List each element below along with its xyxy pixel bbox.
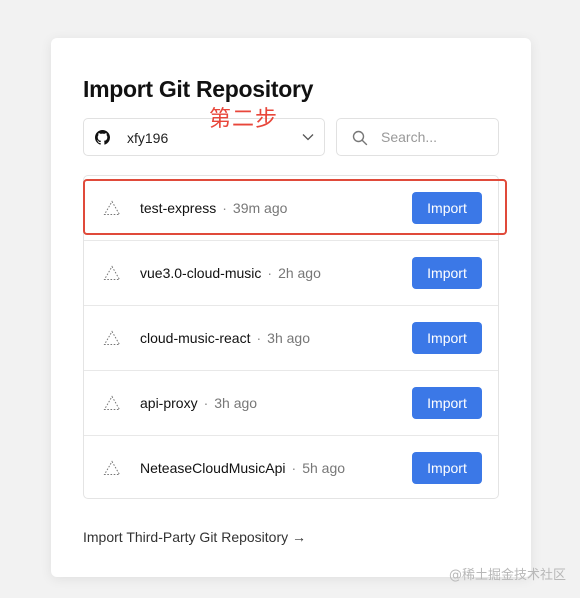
repository-row: cloud-music-react · 3h ago Import bbox=[84, 306, 498, 371]
import-button[interactable]: Import bbox=[412, 452, 482, 484]
repository-time: 5h ago bbox=[302, 460, 346, 476]
vercel-triangle-icon bbox=[103, 265, 121, 280]
account-select[interactable]: xfy196 bbox=[83, 118, 325, 156]
import-third-party-link[interactable]: Import Third-Party Git Repository → bbox=[83, 529, 306, 545]
repository-name: NeteaseCloudMusicApi bbox=[140, 460, 286, 476]
search-icon bbox=[352, 130, 368, 146]
import-button[interactable]: Import bbox=[412, 257, 482, 289]
import-card: Import Git Repository xfy196 test-expres… bbox=[51, 38, 531, 577]
repository-row: vue3.0-cloud-music · 2h ago Import bbox=[84, 241, 498, 306]
step-annotation: 第二步 bbox=[209, 107, 279, 132]
repository-name: test-express bbox=[140, 200, 217, 216]
vercel-triangle-icon bbox=[103, 200, 121, 215]
separator: · bbox=[203, 395, 209, 411]
repository-row: test-express · 39m ago Import bbox=[84, 176, 498, 241]
separator: · bbox=[222, 200, 227, 216]
repository-time: 3h ago bbox=[214, 395, 258, 411]
repository-time: 2h ago bbox=[278, 265, 321, 281]
repository-row: api-proxy · 3h ago Import bbox=[84, 371, 498, 436]
watermark: @稀土掘金技术社区 bbox=[448, 568, 566, 583]
separator: · bbox=[256, 330, 262, 346]
repository-row: NeteaseCloudMusicApi · 5h ago Import bbox=[84, 436, 498, 501]
search-input[interactable] bbox=[381, 127, 491, 147]
repository-time: 3h ago bbox=[267, 330, 310, 346]
separator: · bbox=[291, 460, 297, 476]
search-box[interactable] bbox=[336, 118, 499, 156]
chevron-down-icon bbox=[302, 134, 314, 141]
import-button[interactable]: Import bbox=[412, 387, 482, 419]
import-button[interactable]: Import bbox=[412, 322, 482, 354]
vercel-triangle-icon bbox=[103, 330, 121, 345]
repository-list: test-express · 39m ago Import vue3.0-cloud… bbox=[83, 175, 499, 499]
vercel-triangle-icon bbox=[103, 395, 121, 410]
separator: · bbox=[267, 265, 273, 281]
account-name: xfy196 bbox=[127, 130, 169, 146]
page-title: Import Git Repository bbox=[83, 76, 314, 102]
import-button[interactable]: Import bbox=[412, 192, 482, 224]
repository-name: cloud-music-react bbox=[140, 330, 251, 346]
repository-name: api-proxy bbox=[140, 395, 198, 411]
repository-time: 39m ago bbox=[232, 200, 288, 216]
github-icon bbox=[95, 130, 110, 145]
vercel-triangle-icon bbox=[103, 460, 121, 475]
repository-name: vue3.0-cloud-music bbox=[140, 265, 262, 281]
